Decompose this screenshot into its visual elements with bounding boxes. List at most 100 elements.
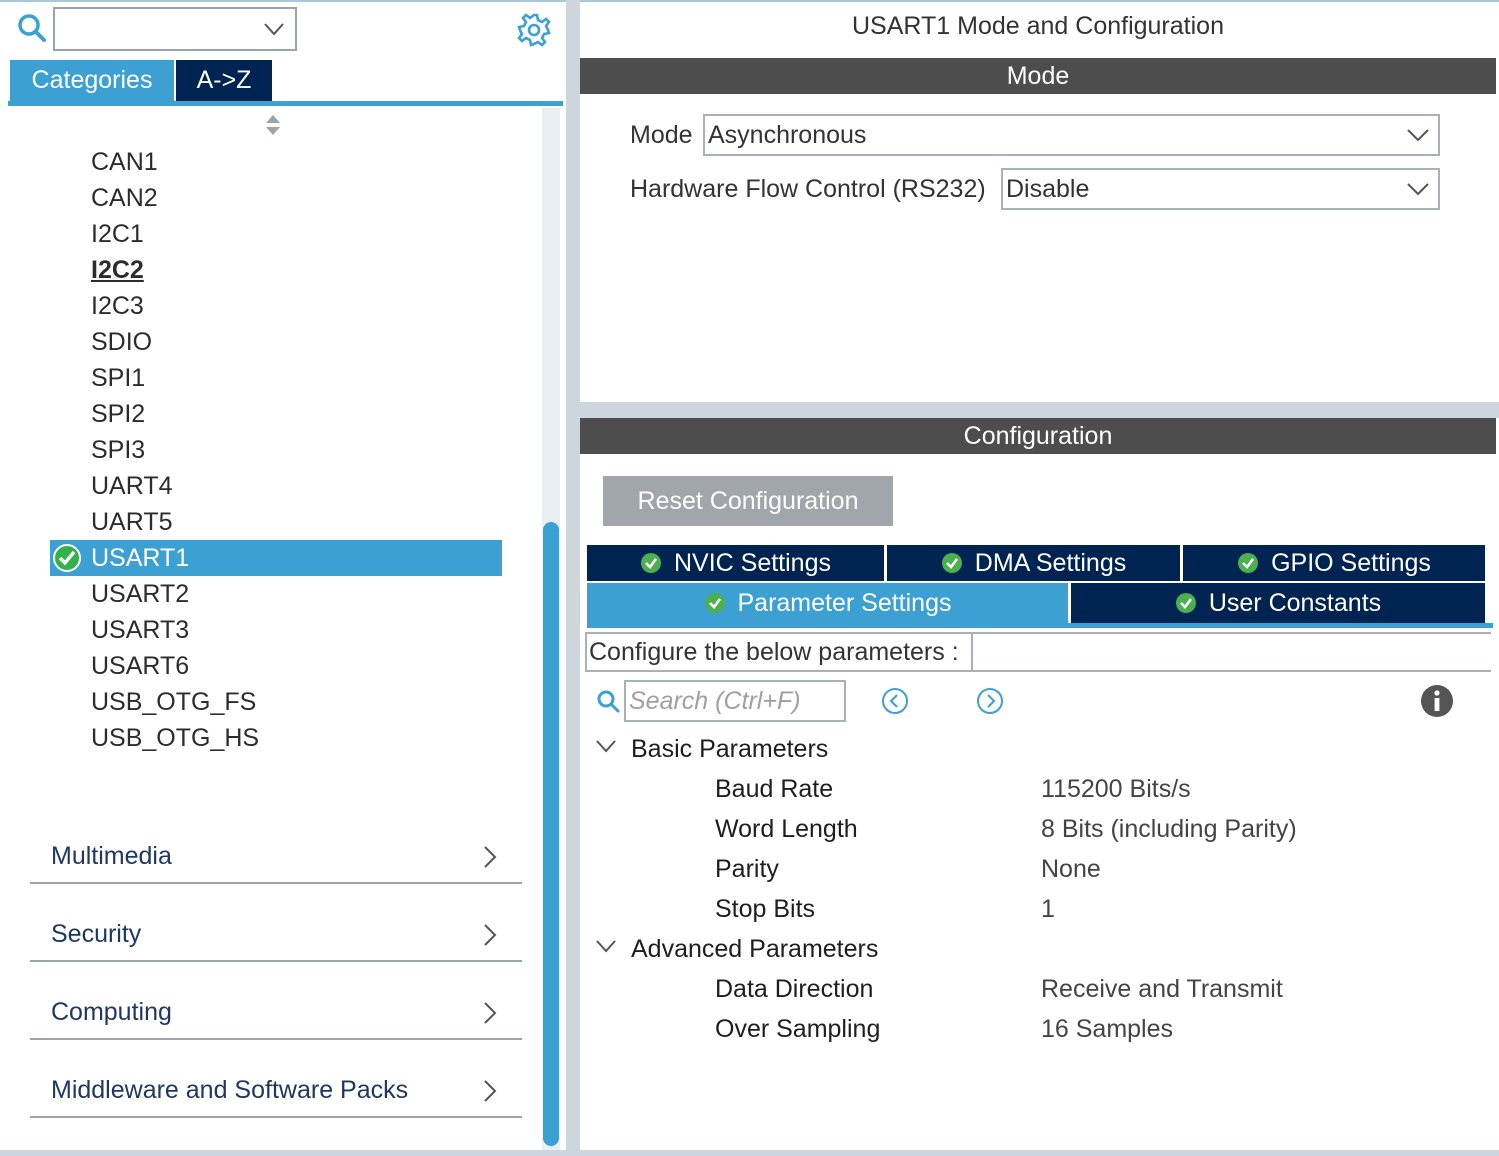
peripheral-label: I2C2 <box>91 256 144 284</box>
reset-configuration-button[interactable]: Reset Configuration <box>603 476 893 526</box>
peripheral-label: USB_OTG_HS <box>91 724 260 752</box>
param-parity-name: Parity <box>715 855 779 883</box>
peripheral-item-usart3[interactable]: USART3 <box>50 612 502 648</box>
peripheral-item-usart1[interactable]: USART1 <box>50 540 502 576</box>
group-basic-parameters[interactable]: Basic Parameters <box>595 735 828 764</box>
peripheral-label: SPI2 <box>91 400 146 428</box>
section-splitter[interactable] <box>580 402 1499 418</box>
peripheral-label: UART5 <box>91 508 173 536</box>
top-divider <box>580 0 1499 2</box>
next-match-icon[interactable] <box>975 686 1005 716</box>
tab-nvic-settings[interactable]: NVIC Settings <box>587 545 884 581</box>
category-multimedia[interactable]: Multimedia <box>30 832 522 884</box>
peripheral-label: USART6 <box>91 652 190 680</box>
chevron-right-icon <box>484 1002 497 1024</box>
tab-label: Parameter Settings <box>737 589 952 617</box>
tab-parameter-settings[interactable]: Parameter Settings <box>587 583 1068 623</box>
page-title: USART1 Mode and Configuration <box>852 12 1224 40</box>
chevron-down-icon <box>596 940 616 953</box>
check-circle-icon <box>1238 553 1259 573</box>
chevron-down-icon <box>1407 183 1429 196</box>
category-computing[interactable]: Computing <box>30 988 522 1040</box>
category-label: Multimedia <box>51 842 172 870</box>
peripheral-item-i2c3[interactable]: I2C3 <box>50 288 502 324</box>
sort-arrows-icon[interactable] <box>264 113 282 137</box>
chevron-right-icon <box>484 846 497 868</box>
peripheral-item-sdio[interactable]: SDIO <box>50 324 502 360</box>
category-tab-bar: Categories A->Z <box>8 60 563 106</box>
check-circle-icon <box>941 553 962 573</box>
param-baud-rate-name: Baud Rate <box>715 775 834 803</box>
param-word-length-value[interactable]: 8 Bits (including Parity) <box>1041 815 1297 844</box>
tab-gpio-settings[interactable]: GPIO Settings <box>1183 545 1485 581</box>
hwflow-label: Hardware Flow Control (RS232) <box>630 175 986 203</box>
check-circle-icon <box>1175 593 1196 613</box>
tab-categories[interactable]: Categories <box>10 60 174 101</box>
category-security[interactable]: Security <box>30 910 522 962</box>
peripheral-item-uart5[interactable]: UART5 <box>50 504 502 540</box>
tab-dma-settings[interactable]: DMA Settings <box>887 545 1180 581</box>
peripheral-item-usart2[interactable]: USART2 <box>50 576 502 612</box>
mode-select[interactable]: Asynchronous <box>703 114 1440 156</box>
peripheral-label: USART1 <box>91 544 190 572</box>
tab-label: User Constants <box>1208 589 1382 617</box>
peripheral-label: UART4 <box>91 472 173 500</box>
check-circle-icon <box>53 544 81 572</box>
param-stop-bits-name: Stop Bits <box>715 895 816 923</box>
param-data-direction-name: Data Direction <box>715 975 874 1003</box>
param-over-sampling-name: Over Sampling <box>715 1015 881 1043</box>
peripheral-item-spi2[interactable]: SPI2 <box>50 396 502 432</box>
peripheral-label: SPI1 <box>91 364 146 392</box>
param-parity-value[interactable]: None <box>1041 855 1101 884</box>
peripheral-item-usb-otg-hs[interactable]: USB_OTG_HS <box>50 720 502 756</box>
param-stop-bits-value[interactable]: 1 <box>1041 895 1055 924</box>
category-label: Security <box>51 920 142 948</box>
peripheral-item-uart4[interactable]: UART4 <box>50 468 502 504</box>
peripheral-label: USART2 <box>91 580 190 608</box>
peripheral-label: CAN2 <box>91 184 158 212</box>
param-data-direction-value[interactable]: Receive and Transmit <box>1041 975 1283 1004</box>
left-scrollbar-thumb[interactable] <box>543 522 559 1146</box>
peripheral-item-i2c1[interactable]: I2C1 <box>50 216 502 252</box>
peripheral-item-can2[interactable]: CAN2 <box>50 180 502 216</box>
bottom-border <box>0 1150 1499 1156</box>
info-icon[interactable] <box>1420 684 1454 718</box>
group-label: Advanced Parameters <box>631 935 879 963</box>
peripheral-item-can1[interactable]: CAN1 <box>50 144 502 180</box>
left-panel: Categories A->Z CAN1 CAN2 I2C1 I2C2 I2C3 SDIO… <box>0 0 566 1156</box>
peripheral-label: SDIO <box>91 328 153 356</box>
param-over-sampling-value[interactable]: 16 Samples <box>1041 1015 1173 1044</box>
param-baud-rate-value[interactable]: 115200 Bits/s <box>1041 775 1191 804</box>
configure-row: Configure the below parameters : <box>585 632 1491 672</box>
group-label: Basic Parameters <box>631 735 829 763</box>
configure-input[interactable] <box>971 634 1491 670</box>
panel-splitter[interactable] <box>566 0 580 1156</box>
tab-label: NVIC Settings <box>673 549 831 577</box>
mode-section-header: Mode <box>580 58 1496 94</box>
parameter-search-input[interactable]: Search (Ctrl+F) <box>624 680 846 722</box>
group-advanced-parameters[interactable]: Advanced Parameters <box>595 935 878 964</box>
tab-user-constants[interactable]: User Constants <box>1071 583 1485 623</box>
param-word-length-name: Word Length <box>715 815 858 843</box>
peripheral-item-i2c2[interactable]: I2C2 <box>50 252 502 288</box>
search-icon[interactable] <box>16 12 48 44</box>
peripheral-item-usart6[interactable]: USART6 <box>50 648 502 684</box>
tab-label: GPIO Settings <box>1271 549 1431 577</box>
peripheral-item-spi3[interactable]: SPI3 <box>50 432 502 468</box>
gear-icon[interactable] <box>516 12 552 48</box>
peripheral-item-spi1[interactable]: SPI1 <box>50 360 502 396</box>
peripheral-label: SPI3 <box>91 436 146 464</box>
tab-a-to-z[interactable]: A->Z <box>176 60 272 101</box>
check-circle-icon <box>640 553 661 573</box>
category-label: Middleware and Software Packs <box>51 1076 409 1104</box>
hwflow-select-value: Disable <box>1006 175 1090 203</box>
tab-label: DMA Settings <box>974 549 1127 577</box>
hwflow-select[interactable]: Disable <box>1001 168 1440 210</box>
category-label: Computing <box>51 998 172 1026</box>
previous-match-icon[interactable] <box>880 686 910 716</box>
peripheral-item-usb-otg-fs[interactable]: USB_OTG_FS <box>50 684 502 720</box>
chevron-down-icon <box>1407 129 1429 142</box>
search-combo[interactable] <box>53 7 297 51</box>
chevron-right-icon <box>484 924 497 946</box>
category-middleware[interactable]: Middleware and Software Packs <box>30 1066 522 1118</box>
